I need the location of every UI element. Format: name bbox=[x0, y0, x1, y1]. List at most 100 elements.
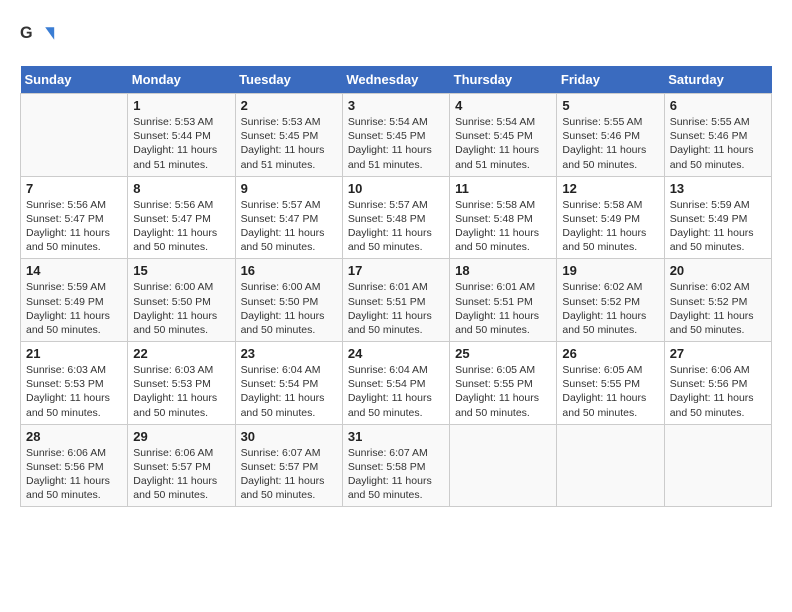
calendar-cell: 17 Sunrise: 6:01 AM Sunset: 5:51 PM Dayli… bbox=[342, 259, 449, 342]
calendar-cell: 25 Sunrise: 6:05 AM Sunset: 5:55 PM Dayli… bbox=[450, 342, 557, 425]
calendar-cell: 24 Sunrise: 6:04 AM Sunset: 5:54 PM Dayli… bbox=[342, 342, 449, 425]
day-info: Sunrise: 5:56 AM Sunset: 5:47 PM Dayligh… bbox=[133, 198, 229, 255]
calendar-week-2: 14 Sunrise: 5:59 AM Sunset: 5:49 PM Dayli… bbox=[21, 259, 772, 342]
day-info: Sunrise: 6:02 AM Sunset: 5:52 PM Dayligh… bbox=[562, 280, 658, 337]
calendar-header-row: SundayMondayTuesdayWednesdayThursdayFrid… bbox=[21, 66, 772, 94]
day-number: 30 bbox=[241, 429, 337, 444]
calendar-cell: 7 Sunrise: 5:56 AM Sunset: 5:47 PM Daylig… bbox=[21, 176, 128, 259]
day-number: 8 bbox=[133, 181, 229, 196]
day-info: Sunrise: 6:06 AM Sunset: 5:56 PM Dayligh… bbox=[26, 446, 122, 503]
day-number: 25 bbox=[455, 346, 551, 361]
day-info: Sunrise: 5:53 AM Sunset: 5:45 PM Dayligh… bbox=[241, 115, 337, 172]
header-wednesday: Wednesday bbox=[342, 66, 449, 94]
calendar-cell: 3Sunrise: 5:54 AM Sunset: 5:45 PM Daylig… bbox=[342, 94, 449, 177]
logo-icon: G bbox=[20, 20, 56, 56]
header-friday: Friday bbox=[557, 66, 664, 94]
calendar-cell: 15 Sunrise: 6:00 AM Sunset: 5:50 PM Dayli… bbox=[128, 259, 235, 342]
calendar-cell: 30 Sunrise: 6:07 AM Sunset: 5:57 PM Dayli… bbox=[235, 424, 342, 507]
day-number: 24 bbox=[348, 346, 444, 361]
day-info: Sunrise: 6:07 AM Sunset: 5:57 PM Dayligh… bbox=[241, 446, 337, 503]
day-number: 20 bbox=[670, 263, 766, 278]
calendar-cell: 23Sunrise: 6:04 AM Sunset: 5:54 PM Dayli… bbox=[235, 342, 342, 425]
calendar-cell: 21 Sunrise: 6:03 AM Sunset: 5:53 PM Dayli… bbox=[21, 342, 128, 425]
header-sunday: Sunday bbox=[21, 66, 128, 94]
calendar-week-3: 21 Sunrise: 6:03 AM Sunset: 5:53 PM Dayli… bbox=[21, 342, 772, 425]
day-number: 16 bbox=[241, 263, 337, 278]
calendar-cell: 8 Sunrise: 5:56 AM Sunset: 5:47 PM Daylig… bbox=[128, 176, 235, 259]
day-info: Sunrise: 6:03 AM Sunset: 5:53 PM Dayligh… bbox=[26, 363, 122, 420]
day-number: 23 bbox=[241, 346, 337, 361]
day-info: Sunrise: 6:00 AM Sunset: 5:50 PM Dayligh… bbox=[133, 280, 229, 337]
calendar-cell bbox=[21, 94, 128, 177]
day-number: 9 bbox=[241, 181, 337, 196]
day-number: 31 bbox=[348, 429, 444, 444]
day-info: Sunrise: 5:57 AM Sunset: 5:47 PM Dayligh… bbox=[241, 198, 337, 255]
day-number: 26 bbox=[562, 346, 658, 361]
calendar-cell: 26 Sunrise: 6:05 AM Sunset: 5:55 PM Dayli… bbox=[557, 342, 664, 425]
day-number: 15 bbox=[133, 263, 229, 278]
day-info: Sunrise: 5:58 AM Sunset: 5:49 PM Dayligh… bbox=[562, 198, 658, 255]
calendar-cell bbox=[450, 424, 557, 507]
calendar-cell bbox=[664, 424, 771, 507]
day-info: Sunrise: 5:55 AM Sunset: 5:46 PM Dayligh… bbox=[670, 115, 766, 172]
day-info: Sunrise: 5:57 AM Sunset: 5:48 PM Dayligh… bbox=[348, 198, 444, 255]
day-info: Sunrise: 6:01 AM Sunset: 5:51 PM Dayligh… bbox=[348, 280, 444, 337]
logo: G bbox=[20, 20, 60, 56]
day-number: 17 bbox=[348, 263, 444, 278]
day-info: Sunrise: 6:04 AM Sunset: 5:54 PM Dayligh… bbox=[348, 363, 444, 420]
calendar-cell: 12 Sunrise: 5:58 AM Sunset: 5:49 PM Dayli… bbox=[557, 176, 664, 259]
day-info: Sunrise: 5:59 AM Sunset: 5:49 PM Dayligh… bbox=[26, 280, 122, 337]
day-info: Sunrise: 6:06 AM Sunset: 5:57 PM Dayligh… bbox=[133, 446, 229, 503]
day-number: 13 bbox=[670, 181, 766, 196]
calendar-cell: 10 Sunrise: 5:57 AM Sunset: 5:48 PM Dayli… bbox=[342, 176, 449, 259]
calendar-cell: 28Sunrise: 6:06 AM Sunset: 5:56 PM Dayli… bbox=[21, 424, 128, 507]
calendar-cell: 18 Sunrise: 6:01 AM Sunset: 5:51 PM Dayli… bbox=[450, 259, 557, 342]
day-info: Sunrise: 5:56 AM Sunset: 5:47 PM Dayligh… bbox=[26, 198, 122, 255]
calendar-cell: 1 Sunrise: 5:53 AM Sunset: 5:44 PM Daylig… bbox=[128, 94, 235, 177]
day-number: 6 bbox=[670, 98, 766, 113]
day-info: Sunrise: 5:55 AM Sunset: 5:46 PM Dayligh… bbox=[562, 115, 658, 172]
day-info: Sunrise: 6:05 AM Sunset: 5:55 PM Dayligh… bbox=[562, 363, 658, 420]
header-thursday: Thursday bbox=[450, 66, 557, 94]
calendar-cell: 5 Sunrise: 5:55 AM Sunset: 5:46 PM Daylig… bbox=[557, 94, 664, 177]
day-info: Sunrise: 6:02 AM Sunset: 5:52 PM Dayligh… bbox=[670, 280, 766, 337]
day-number: 5 bbox=[562, 98, 658, 113]
calendar-cell: 6 Sunrise: 5:55 AM Sunset: 5:46 PM Daylig… bbox=[664, 94, 771, 177]
day-number: 7 bbox=[26, 181, 122, 196]
calendar-cell: 13Sunrise: 5:59 AM Sunset: 5:49 PM Dayli… bbox=[664, 176, 771, 259]
calendar-cell: 29Sunrise: 6:06 AM Sunset: 5:57 PM Dayli… bbox=[128, 424, 235, 507]
calendar-week-1: 7 Sunrise: 5:56 AM Sunset: 5:47 PM Daylig… bbox=[21, 176, 772, 259]
header-saturday: Saturday bbox=[664, 66, 771, 94]
day-info: Sunrise: 6:07 AM Sunset: 5:58 PM Dayligh… bbox=[348, 446, 444, 503]
day-number: 11 bbox=[455, 181, 551, 196]
calendar-table: SundayMondayTuesdayWednesdayThursdayFrid… bbox=[20, 66, 772, 507]
day-number: 22 bbox=[133, 346, 229, 361]
day-number: 10 bbox=[348, 181, 444, 196]
day-number: 12 bbox=[562, 181, 658, 196]
calendar-cell: 4Sunrise: 5:54 AM Sunset: 5:45 PM Daylig… bbox=[450, 94, 557, 177]
day-number: 14 bbox=[26, 263, 122, 278]
header-monday: Monday bbox=[128, 66, 235, 94]
day-info: Sunrise: 6:05 AM Sunset: 5:55 PM Dayligh… bbox=[455, 363, 551, 420]
day-info: Sunrise: 5:53 AM Sunset: 5:44 PM Dayligh… bbox=[133, 115, 229, 172]
day-number: 4 bbox=[455, 98, 551, 113]
day-number: 3 bbox=[348, 98, 444, 113]
day-info: Sunrise: 6:00 AM Sunset: 5:50 PM Dayligh… bbox=[241, 280, 337, 337]
day-number: 1 bbox=[133, 98, 229, 113]
calendar-cell: 31 Sunrise: 6:07 AM Sunset: 5:58 PM Dayli… bbox=[342, 424, 449, 507]
calendar-week-4: 28Sunrise: 6:06 AM Sunset: 5:56 PM Dayli… bbox=[21, 424, 772, 507]
page-header: G bbox=[20, 20, 772, 56]
day-info: Sunrise: 6:01 AM Sunset: 5:51 PM Dayligh… bbox=[455, 280, 551, 337]
day-number: 18 bbox=[455, 263, 551, 278]
header-tuesday: Tuesday bbox=[235, 66, 342, 94]
calendar-cell: 27 Sunrise: 6:06 AM Sunset: 5:56 PM Dayli… bbox=[664, 342, 771, 425]
calendar-cell: 11Sunrise: 5:58 AM Sunset: 5:48 PM Dayli… bbox=[450, 176, 557, 259]
calendar-cell: 20 Sunrise: 6:02 AM Sunset: 5:52 PM Dayli… bbox=[664, 259, 771, 342]
calendar-week-0: 1 Sunrise: 5:53 AM Sunset: 5:44 PM Daylig… bbox=[21, 94, 772, 177]
calendar-cell bbox=[557, 424, 664, 507]
day-number: 19 bbox=[562, 263, 658, 278]
day-info: Sunrise: 6:06 AM Sunset: 5:56 PM Dayligh… bbox=[670, 363, 766, 420]
day-number: 21 bbox=[26, 346, 122, 361]
svg-text:G: G bbox=[20, 24, 33, 42]
day-number: 27 bbox=[670, 346, 766, 361]
